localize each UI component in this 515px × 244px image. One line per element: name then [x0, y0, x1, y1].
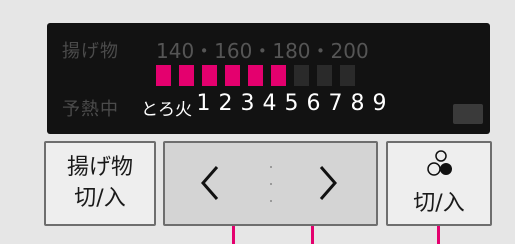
status-indicator [453, 104, 483, 124]
level-number: 1 [196, 91, 211, 116]
callout-line [311, 226, 314, 244]
burner-power-button[interactable]: 切/入 [386, 141, 492, 226]
heat-segment-1 [156, 65, 171, 86]
heat-segment-5 [248, 65, 263, 86]
separator-dots [268, 159, 274, 213]
heat-segment-7 [294, 65, 309, 86]
burner-icon [426, 149, 454, 183]
burner-power-label: 切/入 [413, 191, 465, 216]
callout-line [232, 226, 235, 244]
preheating-label: 予熱中 [62, 99, 119, 120]
level-number: 8 [350, 91, 365, 116]
level-number: 5 [284, 91, 299, 116]
cooktop-control-panel: 揚げ物 140・160・180・200 予熱中 とろ火 1 2 3 4 5 6 … [0, 0, 515, 244]
heat-segment-9 [340, 65, 355, 86]
heat-level-bars [156, 65, 355, 86]
heat-adjust-button[interactable] [163, 141, 378, 226]
level-number: 9 [372, 91, 387, 116]
heat-level-numbers: 1 2 3 4 5 6 7 8 9 [196, 91, 387, 116]
temperature-scale: 140・160・180・200 [156, 39, 369, 63]
callout-line [437, 226, 440, 244]
level-number: 2 [218, 91, 233, 116]
heat-segment-4 [225, 65, 240, 86]
chevron-left-icon[interactable] [195, 161, 223, 209]
level-number: 6 [306, 91, 321, 116]
fry-toggle-button[interactable]: 揚げ物 切/入 [44, 141, 156, 226]
heat-segment-3 [202, 65, 217, 86]
fry-toggle-label: 揚げ物 切/入 [66, 155, 133, 211]
chevron-right-icon[interactable] [315, 161, 343, 209]
level-number: 3 [240, 91, 255, 116]
heat-segment-2 [179, 65, 194, 86]
heat-segment-6 [271, 65, 286, 86]
level-number: 4 [262, 91, 277, 116]
low-fire-label: とろ火 [141, 100, 192, 120]
level-number: 7 [328, 91, 343, 116]
fry-mode-label: 揚げ物 [62, 41, 119, 62]
heat-segment-8 [317, 65, 332, 86]
